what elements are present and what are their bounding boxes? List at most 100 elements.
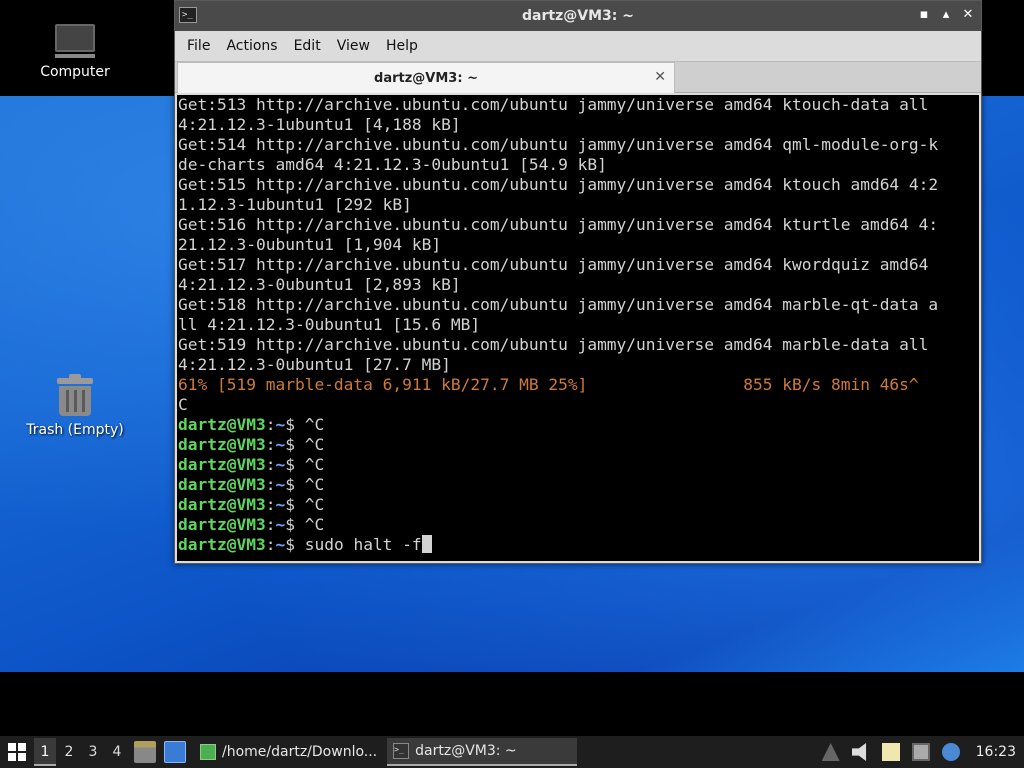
- tab-terminal[interactable]: dartz@VM3: ~ ✕: [177, 62, 675, 93]
- menu-edit[interactable]: Edit: [286, 38, 329, 54]
- workspace-1[interactable]: 1: [34, 738, 56, 766]
- prompt-user: dartz@VM3: [178, 435, 266, 454]
- terminal-line: C: [178, 395, 188, 414]
- menu-actions[interactable]: Actions: [218, 38, 285, 54]
- volume-icon[interactable]: [851, 743, 867, 761]
- prompt-line: dartz@VM3:~$ ^C: [178, 475, 979, 495]
- history-command: ^C: [304, 475, 325, 494]
- clock[interactable]: 16:23: [976, 744, 1016, 760]
- desktop-icon-computer[interactable]: Computer: [20, 24, 130, 80]
- start-menu-icon[interactable]: [8, 743, 26, 761]
- task-label: /home/dartz/Downlo...: [222, 744, 378, 760]
- prompt-user: dartz@VM3: [178, 475, 266, 494]
- maximize-icon[interactable]: ▴: [939, 7, 953, 23]
- desktop-icon-label: Computer: [40, 64, 110, 80]
- history-command: ^C: [304, 415, 325, 434]
- computer-icon: [55, 24, 95, 58]
- prompt-symbol: $: [285, 415, 305, 434]
- current-prompt-line[interactable]: dartz@VM3:~$ sudo halt -f: [178, 535, 979, 555]
- prompt-path: ~: [275, 495, 286, 514]
- desktop: Computer Trash (Empty) >_ dartz@VM3: ~ ▪…: [0, 0, 1024, 736]
- workspace-3[interactable]: 3: [82, 738, 104, 766]
- prompt-symbol: $: [285, 495, 305, 514]
- prompt-separator: :: [265, 515, 276, 534]
- terminal-line: Get:519 http://archive.ubuntu.com/ubuntu…: [178, 335, 929, 354]
- trash-icon: [57, 374, 93, 416]
- window-title: dartz@VM3: ~: [522, 8, 634, 24]
- prompt-user: dartz@VM3: [178, 495, 266, 514]
- prompt-symbol: $: [285, 515, 305, 534]
- current-command[interactable]: sudo halt -f: [305, 535, 422, 554]
- system-tray: 16:23: [816, 736, 1024, 768]
- terminal-window[interactable]: >_ dartz@VM3: ~ ▪ ▴ ✕ File Actions Edit …: [174, 0, 982, 564]
- workspace-4[interactable]: 4: [106, 738, 128, 766]
- prompt-path: ~: [275, 515, 286, 534]
- prompt-symbol: $: [285, 535, 305, 554]
- prompt-path: ~: [275, 415, 286, 434]
- task-file-manager[interactable]: /home/dartz/Downlo...: [194, 738, 383, 766]
- prompt-line: dartz@VM3:~$ ^C: [178, 435, 979, 455]
- prompt-separator: :: [265, 415, 276, 434]
- prompt-symbol: $: [285, 475, 305, 494]
- terminal-line: 4:21.12.3-0ubuntu1 [2,893 kB]: [178, 275, 461, 294]
- prompt-user: dartz@VM3: [178, 415, 266, 434]
- task-terminal[interactable]: >_ dartz@VM3: ~: [387, 738, 578, 766]
- terminal-line: Get:515 http://archive.ubuntu.com/ubuntu…: [178, 175, 939, 194]
- taskbar: 1 2 3 4 /home/dartz/Downlo... >_ dartz@V…: [0, 736, 1024, 768]
- terminal-line: Get:513 http://archive.ubuntu.com/ubuntu…: [178, 95, 929, 114]
- task-label: dartz@VM3: ~: [415, 743, 517, 759]
- terminal-line: ll 4:21.12.3-0ubuntu1 [15.6 MB]: [178, 315, 481, 334]
- prompt-user: dartz@VM3: [178, 535, 266, 554]
- prompt-separator: :: [265, 495, 276, 514]
- tab-label: dartz@VM3: ~: [374, 70, 478, 86]
- workspace-2[interactable]: 2: [58, 738, 80, 766]
- prompt-separator: :: [265, 535, 276, 554]
- prompt-separator: :: [265, 435, 276, 454]
- clipboard-icon[interactable]: [881, 743, 900, 761]
- terminal-line: Get:516 http://archive.ubuntu.com/ubuntu…: [178, 215, 939, 234]
- terminal-output[interactable]: Get:513 http://archive.ubuntu.com/ubuntu…: [177, 95, 979, 561]
- terminal-line: 21.12.3-0ubuntu1 [1,904 kB]: [178, 235, 442, 254]
- history-command: ^C: [304, 435, 325, 454]
- menu-view[interactable]: View: [329, 38, 378, 54]
- prompt-line: dartz@VM3:~$ ^C: [178, 515, 979, 535]
- prompt-separator: :: [265, 455, 276, 474]
- show-desktop-icon[interactable]: [164, 741, 186, 763]
- prompt-symbol: $: [285, 435, 305, 454]
- prompt-user: dartz@VM3: [178, 455, 266, 474]
- terminal-app-icon[interactable]: >_: [179, 7, 197, 23]
- prompt-path: ~: [275, 435, 286, 454]
- file-manager-launcher-icon[interactable]: [134, 741, 156, 763]
- minimize-icon[interactable]: ▪: [917, 7, 931, 23]
- prompt-line: dartz@VM3:~$ ^C: [178, 455, 979, 475]
- terminal-line: Get:514 http://archive.ubuntu.com/ubuntu…: [178, 135, 939, 154]
- tab-bar: dartz@VM3: ~ ✕: [175, 61, 981, 93]
- prompt-path: ~: [275, 475, 286, 494]
- network-icon[interactable]: [911, 743, 930, 761]
- prompt-separator: :: [265, 475, 276, 494]
- folder-icon: [200, 744, 216, 760]
- text-cursor: [421, 535, 432, 553]
- menu-file[interactable]: File: [179, 38, 218, 54]
- menubar: File Actions Edit View Help: [175, 31, 981, 61]
- terminal-line: 4:21.12.3-0ubuntu1 [27.7 MB]: [178, 355, 451, 374]
- prompt-line: dartz@VM3:~$ ^C: [178, 415, 979, 435]
- prompt-path: ~: [275, 535, 286, 554]
- close-icon[interactable]: ✕: [961, 7, 975, 23]
- tab-close-icon[interactable]: ✕: [654, 69, 666, 85]
- window-titlebar[interactable]: >_ dartz@VM3: ~ ▪ ▴ ✕: [175, 1, 981, 31]
- terminal-line: Get:517 http://archive.ubuntu.com/ubuntu…: [178, 255, 929, 274]
- history-command: ^C: [304, 515, 325, 534]
- terminal-line: 4:21.12.3-1ubuntu1 [4,188 kB]: [178, 115, 461, 134]
- history-command: ^C: [304, 455, 325, 474]
- update-notifier-icon[interactable]: [941, 743, 960, 761]
- terminal-line: Get:518 http://archive.ubuntu.com/ubuntu…: [178, 295, 939, 314]
- prompt-line: dartz@VM3:~$ ^C: [178, 495, 979, 515]
- prompt-path: ~: [275, 455, 286, 474]
- eject-icon[interactable]: [821, 743, 840, 761]
- menu-help[interactable]: Help: [378, 38, 426, 54]
- terminal-line: de-charts amd64 4:21.12.3-0ubuntu1 [54.9…: [178, 155, 607, 174]
- terminal-line: 1.12.3-1ubuntu1 [292 kB]: [178, 195, 412, 214]
- desktop-icon-label: Trash (Empty): [26, 422, 124, 438]
- desktop-icon-trash[interactable]: Trash (Empty): [20, 374, 130, 438]
